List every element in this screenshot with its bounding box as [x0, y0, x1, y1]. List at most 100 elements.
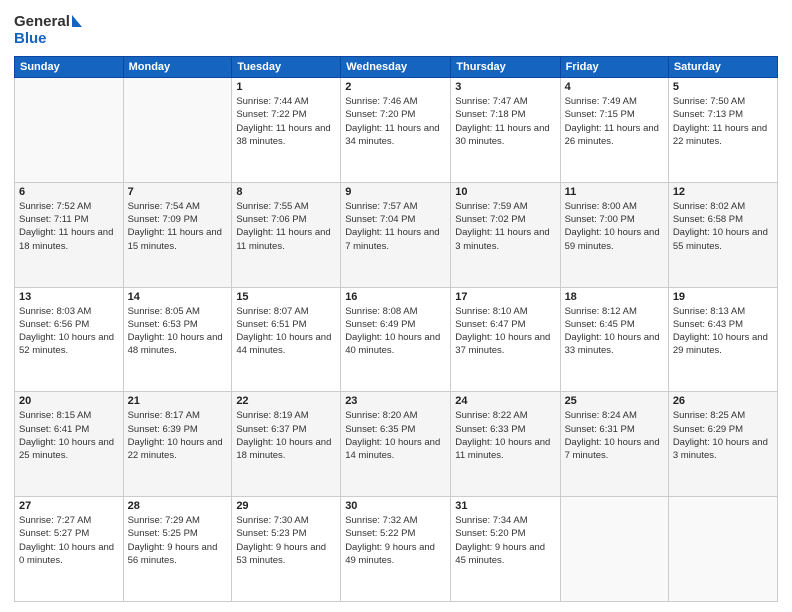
day-info-line: Sunset: 7:13 PM [673, 108, 773, 121]
day-info-line: Sunrise: 8:20 AM [345, 409, 446, 422]
day-info-line: Daylight: 10 hours and 59 minutes. [565, 226, 664, 253]
day-info-line: Sunrise: 7:27 AM [19, 514, 119, 527]
day-number: 17 [455, 291, 555, 303]
day-number: 30 [345, 500, 446, 512]
day-info-line: Daylight: 10 hours and 48 minutes. [128, 331, 228, 358]
day-info-line: Sunrise: 8:13 AM [673, 305, 773, 318]
day-info-line: Sunrise: 8:05 AM [128, 305, 228, 318]
day-cell: 10Sunrise: 7:59 AMSunset: 7:02 PMDayligh… [451, 182, 560, 287]
day-info-line: Sunset: 7:18 PM [455, 108, 555, 121]
day-info-line: Daylight: 10 hours and 37 minutes. [455, 331, 555, 358]
day-info-line: Sunset: 6:51 PM [236, 318, 336, 331]
day-info-line: Daylight: 11 hours and 18 minutes. [19, 226, 119, 253]
day-info-line: Daylight: 9 hours and 45 minutes. [455, 541, 555, 568]
day-info-line: Daylight: 9 hours and 56 minutes. [128, 541, 228, 568]
day-info-line: Daylight: 10 hours and 22 minutes. [128, 436, 228, 463]
day-info-line: Sunrise: 8:10 AM [455, 305, 555, 318]
day-info-line: Sunrise: 7:34 AM [455, 514, 555, 527]
day-info-line: Sunrise: 8:15 AM [19, 409, 119, 422]
day-number: 2 [345, 81, 446, 93]
day-number: 3 [455, 81, 555, 93]
day-number: 26 [673, 395, 773, 407]
day-info-line: Sunset: 6:45 PM [565, 318, 664, 331]
day-info-line: Sunrise: 7:30 AM [236, 514, 336, 527]
day-info-line: Daylight: 10 hours and 0 minutes. [19, 541, 119, 568]
day-number: 1 [236, 81, 336, 93]
weekday-header-wednesday: Wednesday [341, 57, 451, 78]
day-info-line: Sunrise: 8:12 AM [565, 305, 664, 318]
day-cell: 9Sunrise: 7:57 AMSunset: 7:04 PMDaylight… [341, 182, 451, 287]
calendar: SundayMondayTuesdayWednesdayThursdayFrid… [14, 56, 778, 602]
day-info-line: Daylight: 10 hours and 18 minutes. [236, 436, 336, 463]
day-number: 31 [455, 500, 555, 512]
weekday-header-thursday: Thursday [451, 57, 560, 78]
weekday-header-saturday: Saturday [668, 57, 777, 78]
day-info-line: Daylight: 10 hours and 55 minutes. [673, 226, 773, 253]
day-info-line: Sunrise: 7:52 AM [19, 200, 119, 213]
weekday-header-sunday: Sunday [15, 57, 124, 78]
day-cell: 13Sunrise: 8:03 AMSunset: 6:56 PMDayligh… [15, 287, 124, 392]
day-info-line: Sunset: 7:15 PM [565, 108, 664, 121]
day-info-line: Sunset: 7:11 PM [19, 213, 119, 226]
day-info-line: Sunrise: 8:24 AM [565, 409, 664, 422]
day-info-line: Daylight: 11 hours and 34 minutes. [345, 122, 446, 149]
day-info-line: Sunrise: 7:57 AM [345, 200, 446, 213]
day-number: 27 [19, 500, 119, 512]
day-info-line: Sunrise: 7:49 AM [565, 95, 664, 108]
day-info-line: Sunset: 6:29 PM [673, 423, 773, 436]
day-info-line: Sunset: 7:06 PM [236, 213, 336, 226]
day-info-line: Sunrise: 7:47 AM [455, 95, 555, 108]
day-cell: 21 Sunrise: 8:17 AMSunset: 6:39 PMDayligh… [123, 392, 232, 497]
day-cell: 27Sunrise: 7:27 AMSunset: 5:27 PMDayligh… [15, 497, 124, 602]
day-info-line: Daylight: 11 hours and 3 minutes. [455, 226, 555, 253]
day-info-line: Sunrise: 7:32 AM [345, 514, 446, 527]
day-number: 6 [19, 186, 119, 198]
day-info-line: Daylight: 11 hours and 22 minutes. [673, 122, 773, 149]
day-info-line: Sunset: 7:20 PM [345, 108, 446, 121]
day-info-line: Daylight: 10 hours and 40 minutes. [345, 331, 446, 358]
day-info-line: Sunset: 6:37 PM [236, 423, 336, 436]
day-info-line: Sunrise: 7:59 AM [455, 200, 555, 213]
day-number: 28 [128, 500, 228, 512]
day-cell: 11Sunrise: 8:00 AMSunset: 7:00 PMDayligh… [560, 182, 668, 287]
day-info-line: Sunrise: 8:07 AM [236, 305, 336, 318]
day-cell: 14 Sunrise: 8:05 AMSunset: 6:53 PMDayligh… [123, 287, 232, 392]
day-cell: 2Sunrise: 7:46 AMSunset: 7:20 PMDaylight… [341, 78, 451, 183]
day-cell: 8Sunrise: 7:55 AMSunset: 7:06 PMDaylight… [232, 182, 341, 287]
weekday-header-friday: Friday [560, 57, 668, 78]
day-cell: 31Sunrise: 7:34 AMSunset: 5:20 PMDayligh… [451, 497, 560, 602]
day-info-line: Sunset: 6:53 PM [128, 318, 228, 331]
logo-svg: GeneralBlue [14, 10, 84, 50]
day-number: 12 [673, 186, 773, 198]
day-number: 14 [128, 291, 228, 303]
day-cell: 3 Sunrise: 7:47 AMSunset: 7:18 PMDaylight… [451, 78, 560, 183]
week-row-2: 6Sunrise: 7:52 AMSunset: 7:11 PMDaylight… [15, 182, 778, 287]
day-info-line: Sunset: 6:33 PM [455, 423, 555, 436]
day-number: 18 [565, 291, 664, 303]
day-info-line: Daylight: 9 hours and 49 minutes. [345, 541, 446, 568]
day-info-line: Sunrise: 7:44 AM [236, 95, 336, 108]
day-info-line: Sunset: 6:39 PM [128, 423, 228, 436]
day-info-line: Sunset: 6:41 PM [19, 423, 119, 436]
day-number: 10 [455, 186, 555, 198]
day-number: 8 [236, 186, 336, 198]
day-info-line: Sunset: 5:22 PM [345, 527, 446, 540]
day-cell [560, 497, 668, 602]
day-cell: 23Sunrise: 8:20 AMSunset: 6:35 PMDayligh… [341, 392, 451, 497]
day-cell: 12Sunrise: 8:02 AMSunset: 6:58 PMDayligh… [668, 182, 777, 287]
day-cell: 17 Sunrise: 8:10 AMSunset: 6:47 PMDayligh… [451, 287, 560, 392]
day-info-line: Sunset: 7:04 PM [345, 213, 446, 226]
day-info-line: Daylight: 11 hours and 30 minutes. [455, 122, 555, 149]
day-info-line: Daylight: 10 hours and 52 minutes. [19, 331, 119, 358]
weekday-header-tuesday: Tuesday [232, 57, 341, 78]
svg-text:General: General [14, 13, 70, 30]
day-number: 11 [565, 186, 664, 198]
day-number: 21 [128, 395, 228, 407]
day-info-line: Sunset: 6:47 PM [455, 318, 555, 331]
day-info-line: Sunrise: 8:17 AM [128, 409, 228, 422]
day-info-line: Daylight: 10 hours and 29 minutes. [673, 331, 773, 358]
day-info-line: Sunrise: 7:29 AM [128, 514, 228, 527]
day-cell: 1Sunrise: 7:44 AMSunset: 7:22 PMDaylight… [232, 78, 341, 183]
day-info-line: Sunrise: 8:00 AM [565, 200, 664, 213]
day-cell: 25Sunrise: 8:24 AMSunset: 6:31 PMDayligh… [560, 392, 668, 497]
